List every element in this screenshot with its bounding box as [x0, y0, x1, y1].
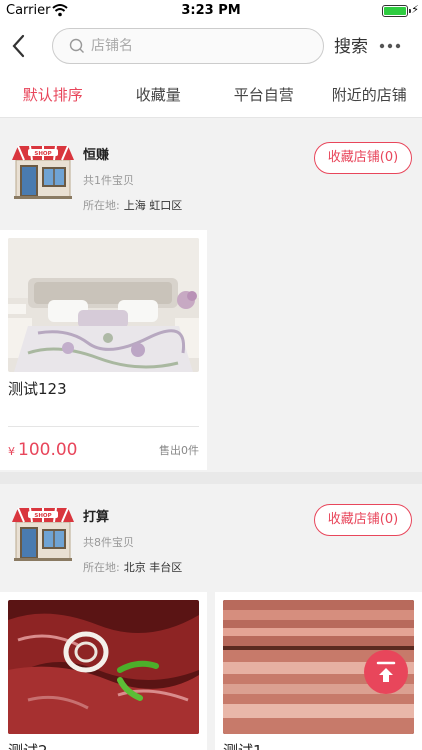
product-image [8, 238, 199, 372]
charging-icon: ⚡ [411, 3, 419, 16]
arrow-up-icon [376, 661, 396, 682]
clock: 3:23 PM [181, 3, 241, 18]
tab-default-sort[interactable]: 默认排序 [0, 72, 106, 117]
tab-nearby-shops[interactable]: 附近的店铺 [317, 72, 422, 117]
sold-count: 售出0件 [159, 444, 199, 457]
back-to-top-button[interactable] [364, 650, 408, 694]
favorite-shop-button[interactable]: 收藏店铺(0) [314, 142, 412, 174]
product-card[interactable]: 测试2 [0, 592, 207, 750]
product-title: 测试1 [223, 740, 263, 750]
shop-name: 恒赚 [83, 148, 110, 163]
price-value: 100.00 [18, 440, 78, 460]
svg-text:SHOP: SHOP [34, 151, 51, 157]
search-bar[interactable] [52, 28, 324, 64]
shop-name: 打算 [83, 510, 110, 525]
product-title: 测试123 [8, 380, 67, 398]
shop-storefront-icon: SHOP [12, 145, 74, 199]
shop-storefront-icon: SHOP [12, 507, 74, 561]
shop-item-count: 共1件宝贝 [83, 174, 134, 187]
favorite-shop-button[interactable]: 收藏店铺(0) [314, 504, 412, 536]
product-price: ¥100.00 [8, 440, 77, 460]
battery-icon [382, 5, 411, 17]
location-label: 所在地: [83, 561, 120, 574]
search-icon [69, 38, 84, 53]
tab-self-operated[interactable]: 平台自营 [211, 72, 317, 117]
more-dots-icon[interactable] [378, 34, 402, 58]
location-value: 北京 丰台区 [123, 561, 183, 574]
nav-bar: 搜索 [0, 22, 422, 72]
shop-list-page: Carrier 3:23 PM ⚡ 搜索 默认排序 收 [0, 0, 422, 750]
location-value: 上海 虹口区 [123, 199, 183, 212]
sort-tabs: 默认排序 收藏量 平台自营 附近的店铺 [0, 72, 422, 118]
currency-symbol: ¥ [8, 445, 15, 458]
svg-text:SHOP: SHOP [34, 513, 51, 519]
tab-favorites-count[interactable]: 收藏量 [106, 72, 212, 117]
search-button[interactable]: 搜索 [334, 32, 368, 57]
shop-header[interactable]: SHOP 恒赚 共1件宝贝 所在地: 上海 虹口区 收藏店铺(0) [0, 122, 422, 230]
product-image [8, 600, 199, 734]
search-input[interactable] [91, 35, 311, 57]
shop-item-count: 共8件宝贝 [83, 536, 134, 549]
shop-header[interactable]: SHOP 打算 共8件宝贝 所在地: 北京 丰台区 收藏店铺(0) [0, 484, 422, 592]
status-bar: Carrier 3:23 PM ⚡ [0, 0, 422, 22]
product-title: 测试2 [8, 740, 48, 750]
shop-location: 所在地: 上海 虹口区 [83, 197, 182, 213]
divider [8, 426, 199, 427]
section-divider [0, 472, 422, 484]
chevron-left-icon[interactable] [8, 32, 30, 60]
location-label: 所在地: [83, 199, 120, 212]
shop-location: 所在地: 北京 丰台区 [83, 559, 182, 575]
product-card[interactable]: 测试123 ¥100.00 售出0件 [0, 230, 207, 470]
